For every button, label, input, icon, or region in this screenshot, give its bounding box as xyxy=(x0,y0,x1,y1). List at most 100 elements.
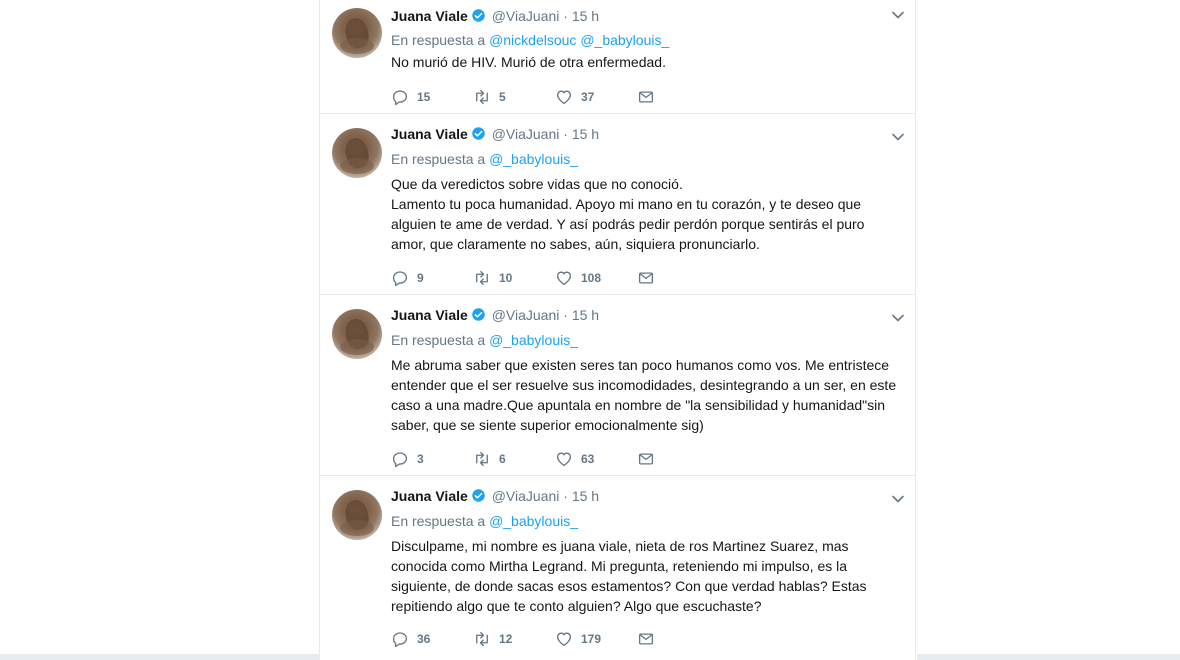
chevron-down-icon[interactable] xyxy=(891,130,905,144)
reply-button[interactable]: 9 xyxy=(391,268,424,288)
retweet-count: 10 xyxy=(499,271,513,285)
reply-icon xyxy=(392,452,408,468)
handle[interactable]: @ViaJuani xyxy=(492,126,560,142)
heart-icon xyxy=(556,271,572,286)
display-name[interactable]: Juana Viale xyxy=(391,126,468,142)
avatar[interactable] xyxy=(332,8,382,58)
tweet-text: Disculpame, mi nombre es juana viale, ni… xyxy=(391,538,871,614)
tweet-thread: Juana Viale @ViaJuani · 15 h En respuest… xyxy=(319,0,916,660)
reply-context: En respuesta a @_babylouis_ xyxy=(391,330,578,350)
verified-badge-icon xyxy=(472,489,485,502)
direct-message-button[interactable] xyxy=(637,629,655,649)
separator: · xyxy=(563,126,568,142)
right-background-strip xyxy=(917,654,1180,660)
envelope-icon xyxy=(638,91,654,103)
reply-count: 3 xyxy=(417,452,424,466)
retweet-icon xyxy=(476,451,488,467)
chevron-down-icon[interactable] xyxy=(891,311,905,325)
tweet-header: Juana Viale @ViaJuani · 15 h xyxy=(391,305,599,325)
verified-badge-icon xyxy=(472,9,485,22)
direct-message-button[interactable] xyxy=(637,87,655,107)
handle[interactable]: @ViaJuani xyxy=(492,307,560,323)
tweet[interactable]: Juana Viale @ViaJuani · 15 h En respuest… xyxy=(320,295,915,476)
display-name[interactable]: Juana Viale xyxy=(391,8,468,24)
direct-message-button[interactable] xyxy=(637,268,655,288)
mention-link[interactable]: @_babylouis_ xyxy=(489,332,578,348)
verified-badge-icon xyxy=(472,127,485,140)
like-count: 63 xyxy=(581,452,595,466)
reply-prefix: En respuesta a xyxy=(391,513,486,529)
like-count: 108 xyxy=(581,271,602,285)
reply-context: En respuesta a @nickdelsouc @_babylouis_ xyxy=(391,30,669,50)
retweet-count: 6 xyxy=(499,452,506,466)
timestamp[interactable]: 15 h xyxy=(572,307,599,323)
timestamp[interactable]: 15 h xyxy=(572,488,599,504)
reply-icon xyxy=(392,271,408,287)
retweet-button[interactable]: 5 xyxy=(473,87,506,107)
reply-count: 15 xyxy=(417,90,431,104)
retweet-button[interactable]: 12 xyxy=(473,629,512,649)
heart-icon xyxy=(556,90,572,105)
retweet-count: 12 xyxy=(499,632,513,646)
verified-badge-icon xyxy=(472,308,485,321)
avatar[interactable] xyxy=(332,490,382,540)
envelope-icon xyxy=(638,272,654,284)
reply-prefix: En respuesta a xyxy=(391,332,486,348)
reply-count: 36 xyxy=(417,632,431,646)
reply-icon xyxy=(392,632,408,648)
reply-count: 9 xyxy=(417,271,424,285)
mention-link[interactable]: @nickdelsouc xyxy=(489,32,576,48)
reply-button[interactable]: 3 xyxy=(391,449,424,469)
reply-button[interactable]: 36 xyxy=(391,629,430,649)
like-button[interactable]: 37 xyxy=(555,87,594,107)
display-name[interactable]: Juana Viale xyxy=(391,488,468,504)
reply-prefix: En respuesta a xyxy=(391,151,486,167)
retweet-button[interactable]: 10 xyxy=(473,268,512,288)
tweet-text: Me abruma saber que existen seres tan po… xyxy=(391,357,900,433)
left-background-strip xyxy=(0,654,319,660)
tweet[interactable]: Juana Viale @ViaJuani · 15 h En respuest… xyxy=(320,0,915,114)
chevron-down-icon[interactable] xyxy=(891,492,905,506)
retweet-icon xyxy=(476,631,488,647)
like-count: 37 xyxy=(581,90,595,104)
mention-link[interactable]: @_babylouis_ xyxy=(489,151,578,167)
chevron-down-icon[interactable] xyxy=(891,8,905,22)
direct-message-button[interactable] xyxy=(637,449,655,469)
reply-context: En respuesta a @_babylouis_ xyxy=(391,511,578,531)
heart-icon xyxy=(556,452,572,467)
envelope-icon xyxy=(638,633,654,645)
separator: · xyxy=(563,8,568,24)
handle[interactable]: @ViaJuani xyxy=(492,488,560,504)
tweet[interactable]: Juana Viale @ViaJuani · 15 h En respuest… xyxy=(320,476,915,660)
envelope-icon xyxy=(638,453,654,465)
tweet-text: Que da veredictos sobre vidas que no con… xyxy=(391,176,865,252)
avatar[interactable] xyxy=(332,309,382,359)
heart-icon xyxy=(556,632,572,647)
timestamp[interactable]: 15 h xyxy=(572,126,599,142)
like-button[interactable]: 108 xyxy=(555,268,601,288)
mention-link[interactable]: @_babylouis_ xyxy=(580,32,669,48)
reply-prefix: En respuesta a xyxy=(391,32,486,48)
tweet-header: Juana Viale @ViaJuani · 15 h xyxy=(391,124,599,144)
like-button[interactable]: 63 xyxy=(555,449,594,469)
reply-button[interactable]: 15 xyxy=(391,87,430,107)
separator: · xyxy=(563,488,568,504)
tweet-header: Juana Viale @ViaJuani · 15 h xyxy=(391,6,599,26)
retweet-button[interactable]: 6 xyxy=(473,449,506,469)
timestamp[interactable]: 15 h xyxy=(572,8,599,24)
like-count: 179 xyxy=(581,632,602,646)
tweet[interactable]: Juana Viale @ViaJuani · 15 h En respuest… xyxy=(320,114,915,295)
page: Juana Viale @ViaJuani · 15 h En respuest… xyxy=(0,0,1180,660)
handle[interactable]: @ViaJuani xyxy=(492,8,560,24)
retweet-count: 5 xyxy=(499,90,506,104)
mention-link[interactable]: @_babylouis_ xyxy=(489,513,578,529)
display-name[interactable]: Juana Viale xyxy=(391,307,468,323)
reply-icon xyxy=(392,90,408,106)
avatar[interactable] xyxy=(332,128,382,178)
separator: · xyxy=(563,307,568,323)
retweet-icon xyxy=(476,270,488,286)
tweet-text: No murió de HIV. Murió de otra enfermeda… xyxy=(391,54,666,70)
reply-context: En respuesta a @_babylouis_ xyxy=(391,149,578,169)
like-button[interactable]: 179 xyxy=(555,629,601,649)
tweet-header: Juana Viale @ViaJuani · 15 h xyxy=(391,486,599,506)
